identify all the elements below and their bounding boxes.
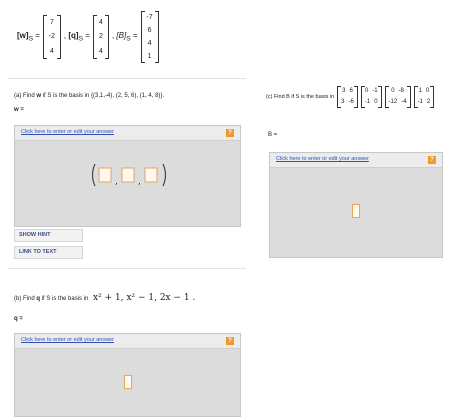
answer-slot bbox=[121, 167, 135, 183]
help-icon[interactable]: ? bbox=[226, 337, 234, 345]
w-value: -2 bbox=[48, 33, 56, 41]
b-value: -7 bbox=[146, 14, 153, 21]
show-hint-button[interactable]: SHOW HINT bbox=[14, 229, 83, 242]
part-a-answer-panel[interactable]: Click here to enter or edit your answer … bbox=[14, 125, 241, 227]
basis-matrix-3: 0 -8 -12 -4 bbox=[384, 86, 411, 108]
answer-slot[interactable] bbox=[352, 204, 360, 218]
b-value: 4 bbox=[147, 40, 152, 47]
b-vector-label: , [B]S = bbox=[111, 31, 138, 43]
part-b-answer-panel[interactable]: Click here to enter or edit your answer … bbox=[14, 333, 241, 417]
edit-answer-link[interactable]: Click here to enter or edit your answer bbox=[21, 129, 114, 135]
basis-matrix-2: 0 -1 -1 0 bbox=[360, 86, 382, 108]
part-b-question: (b) Find q if S is the basis in x² + 1, … bbox=[14, 293, 196, 303]
vector-line: [w]S = 7 -2 4 , [q]S = 4 2 4 , [B]S = -7… bbox=[14, 8, 159, 66]
basis-matrix-4: 10 -1 2 bbox=[413, 86, 435, 108]
answer-slot bbox=[98, 167, 112, 183]
part-a-answer-label: w = bbox=[14, 107, 24, 113]
q-vector-label: , [q]S = bbox=[63, 31, 90, 43]
w-value: 7 bbox=[49, 18, 54, 26]
answer-slot[interactable] bbox=[124, 375, 132, 389]
basis-matrix-1: 36 3 -6 bbox=[337, 86, 358, 108]
b-value: 1 bbox=[147, 53, 152, 60]
part-c-question: (c) Find B if S is the basis in 36 3 -6 0… bbox=[266, 86, 434, 108]
left-paren-icon bbox=[91, 163, 96, 187]
part-c-answer-label: B = bbox=[268, 132, 278, 138]
answer-slot bbox=[144, 167, 158, 183]
q-value: 4 bbox=[99, 18, 103, 26]
answer-toolbar: Click here to enter or edit your answer … bbox=[270, 153, 442, 168]
link-to-text-button[interactable]: LINK TO TEXT bbox=[14, 246, 83, 259]
q-value: 2 bbox=[99, 33, 103, 41]
help-icon[interactable]: ? bbox=[428, 156, 436, 164]
part-b-answer-label: q = bbox=[14, 316, 23, 322]
vector-answer-template[interactable]: , , bbox=[89, 162, 179, 188]
w-value: 4 bbox=[49, 48, 54, 56]
b-value: 6 bbox=[147, 27, 152, 34]
answer-toolbar: Click here to enter or edit your answer … bbox=[15, 334, 240, 349]
q-vector: 4 2 4 bbox=[92, 15, 109, 59]
svg-text:,: , bbox=[115, 177, 118, 187]
part-a-question: (a) Find w if S is the basis in {(3,1,-4… bbox=[14, 93, 165, 99]
edit-answer-link[interactable]: Click here to enter or edit your answer bbox=[276, 156, 369, 162]
q-value: 4 bbox=[99, 48, 103, 56]
divider bbox=[8, 78, 246, 79]
divider bbox=[8, 268, 246, 269]
part-c-answer-panel[interactable]: Click here to enter or edit your answer … bbox=[269, 152, 443, 258]
edit-answer-link[interactable]: Click here to enter or edit your answer bbox=[21, 337, 114, 343]
right-paren-icon bbox=[162, 163, 167, 187]
answer-toolbar: Click here to enter or edit your answer … bbox=[15, 126, 240, 141]
help-icon[interactable]: ? bbox=[226, 129, 234, 137]
b-vector: -7 6 4 1 bbox=[140, 11, 159, 63]
svg-text:,: , bbox=[138, 177, 141, 187]
w-vector-label: [w]S = bbox=[17, 31, 40, 43]
w-vector: 7 -2 4 bbox=[42, 15, 61, 59]
